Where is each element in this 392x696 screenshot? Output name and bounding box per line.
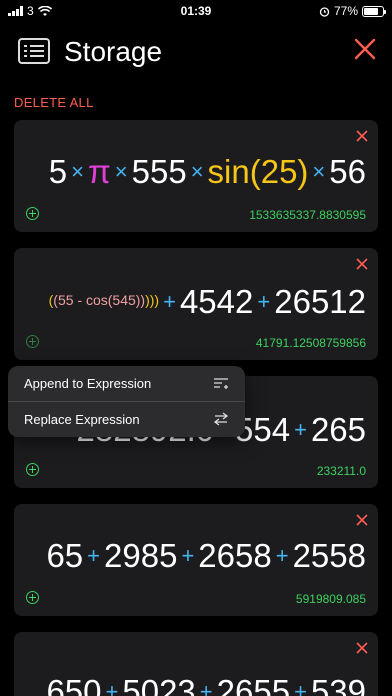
expr-paren: ))): [145, 292, 160, 308]
add-icon[interactable]: [26, 463, 39, 476]
expression: 65 +2985 +2658 +2558: [14, 532, 366, 580]
context-menu: Append to Expression Replace Expression: [8, 366, 245, 437]
menu-item-append[interactable]: Append to Expression: [8, 366, 245, 401]
expr-number: 265: [310, 411, 366, 448]
battery-percent: 77%: [333, 4, 358, 18]
header: Storage: [0, 30, 392, 74]
plus-icon: +: [275, 543, 289, 568]
status-bar: 3 01:39 77%: [0, 0, 392, 22]
expr-number: 2655: [216, 673, 291, 696]
expr-pi: π: [87, 153, 111, 190]
multiply-icon: ×: [114, 159, 128, 184]
expr-number: 2985: [104, 537, 178, 574]
result-value: 233211.0: [316, 464, 366, 478]
menu-item-label: Replace Expression: [24, 412, 140, 427]
history-card[interactable]: ((55 - cos(545))))) +4542 +26512 41791.125…: [14, 248, 378, 360]
status-right: 77%: [319, 4, 386, 18]
plus-icon: +: [87, 543, 101, 568]
expr-number: 26512: [274, 283, 366, 320]
result-value: 1533635337.8830595: [249, 208, 366, 222]
expression: ((55 - cos(545))))) +4542 +26512: [14, 276, 366, 324]
delete-all-button[interactable]: DELETE ALL: [14, 95, 94, 110]
expr-number: 2658: [198, 537, 272, 574]
expr-number: 65: [46, 537, 84, 574]
expression: 650 +5023 +2655 +539: [14, 668, 366, 696]
page-title: Storage: [64, 36, 163, 67]
multiply-icon: ×: [312, 159, 326, 184]
close-icon[interactable]: [356, 258, 368, 270]
history-card[interactable]: 65 +2985 +2658 +2558 5919809.085: [14, 504, 378, 616]
expr-nested: ((55 - cos(545))))): [49, 292, 159, 308]
plus-icon: +: [294, 679, 307, 696]
plus-icon: +: [199, 679, 213, 696]
expr-number: 56: [329, 153, 366, 190]
expr-number: 555: [131, 153, 187, 190]
multiply-icon: ×: [71, 159, 84, 184]
plus-icon: +: [181, 543, 195, 568]
list-icon[interactable]: [18, 38, 50, 64]
history-card[interactable]: 650 +5023 +2655 +539: [14, 632, 378, 696]
append-icon: [214, 378, 228, 389]
plus-icon: +: [105, 679, 119, 696]
expr-function: sin(25): [207, 153, 309, 190]
close-icon[interactable]: [356, 514, 368, 526]
swap-icon: [213, 412, 229, 426]
add-icon[interactable]: [26, 335, 39, 348]
expr-number: 539: [310, 673, 366, 696]
menu-item-replace[interactable]: Replace Expression: [8, 402, 245, 437]
expr-number: 5023: [122, 673, 196, 696]
close-icon[interactable]: [352, 36, 378, 62]
plus-icon: +: [163, 289, 176, 314]
add-icon[interactable]: [26, 591, 39, 604]
alarm-icon: [319, 6, 330, 17]
result-value: 41791.12508759856: [255, 336, 366, 350]
multiply-icon: ×: [190, 159, 204, 184]
plus-icon: +: [294, 417, 307, 442]
close-icon[interactable]: [356, 130, 368, 142]
history-card[interactable]: 5 × π × 555 × sin(25) × 56 1533635337.8830595: [14, 120, 378, 232]
expr-cos: (55 - cos(545)): [53, 292, 146, 308]
close-icon[interactable]: [356, 642, 368, 654]
result-value: 5919809.085: [295, 592, 366, 606]
expression: 5 × π × 555 × sin(25) × 56: [14, 148, 366, 196]
plus-icon: +: [257, 289, 271, 314]
add-icon[interactable]: [26, 207, 39, 220]
expr-number: 2558: [292, 537, 366, 574]
menu-item-label: Append to Expression: [24, 376, 152, 391]
expr-number: 650: [46, 673, 102, 696]
expr-number: 5: [48, 153, 68, 190]
battery-icon: [362, 5, 386, 17]
expr-number: 4542: [179, 283, 254, 320]
